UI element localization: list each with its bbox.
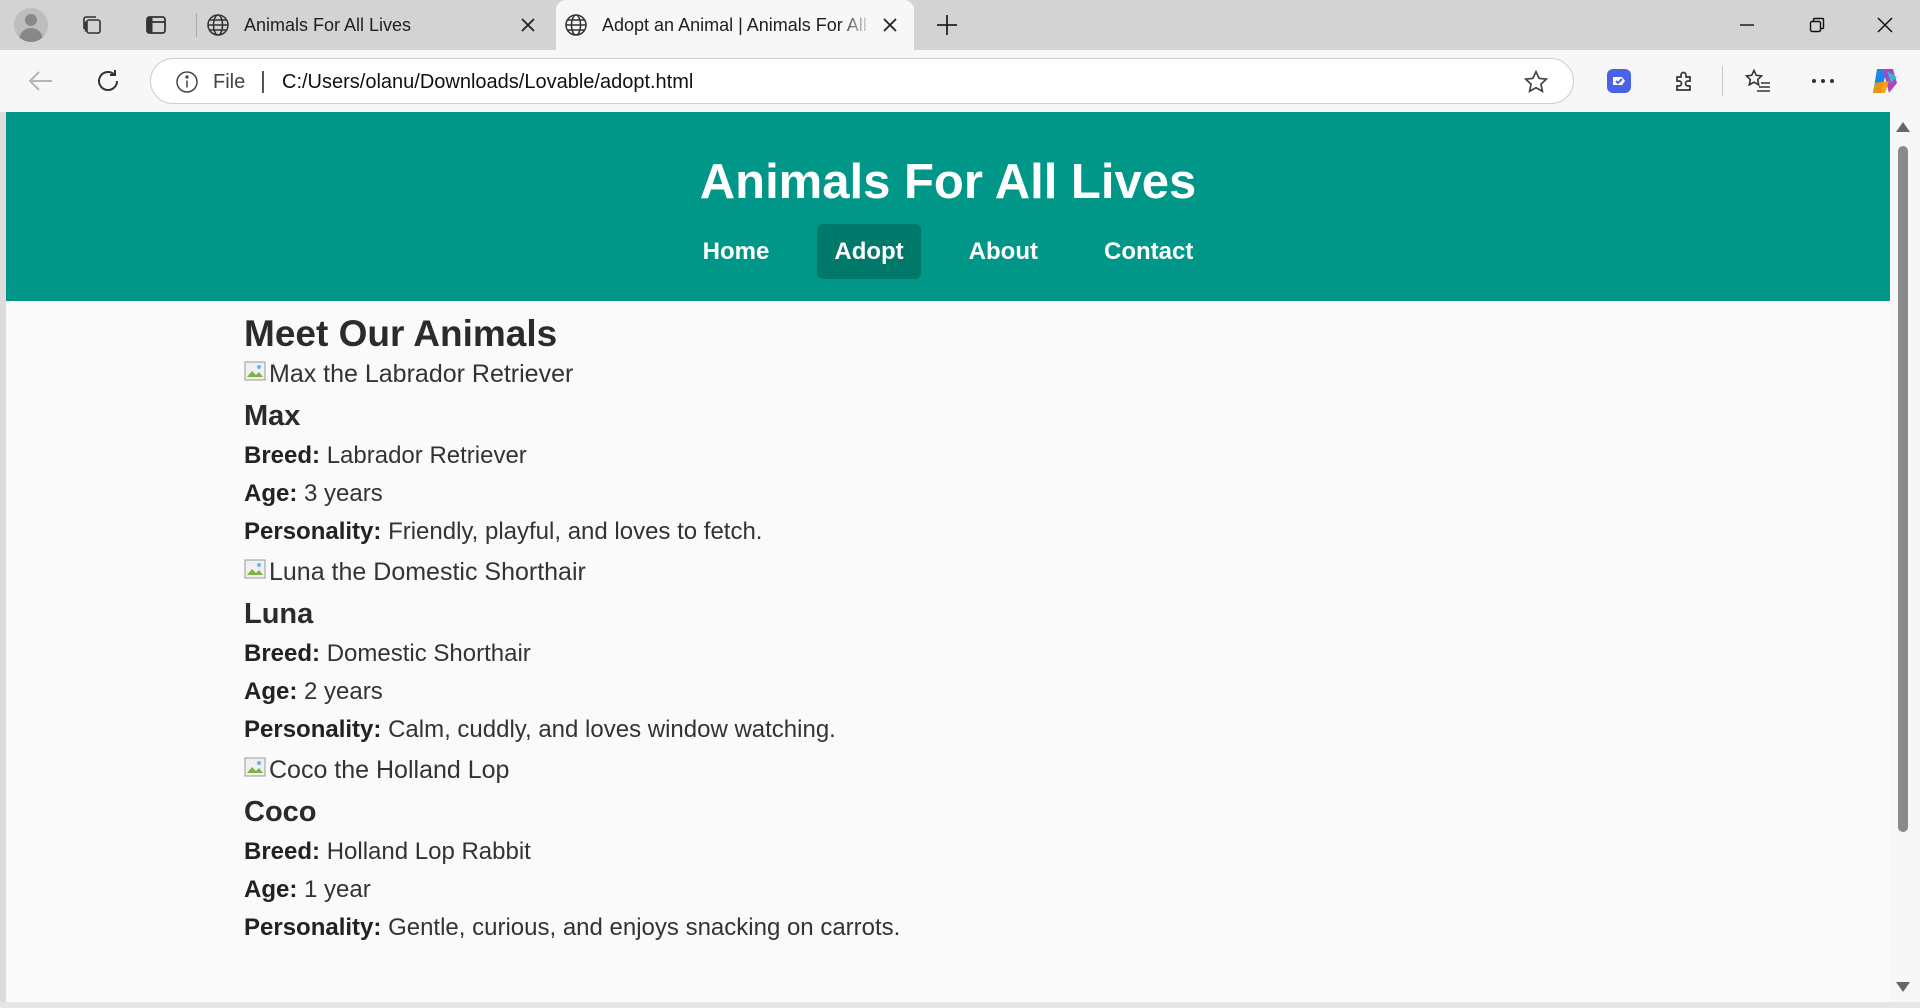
tab-adopt[interactable]: Adopt an Animal | Animals For All Lives — [556, 0, 914, 50]
favorite-star-icon[interactable] — [1523, 69, 1549, 95]
info-icon[interactable] — [175, 70, 199, 94]
animal-personality: Personality: Friendly, playful, and love… — [244, 516, 762, 548]
broken-image-icon — [244, 361, 266, 381]
globe-icon — [565, 14, 587, 36]
tab-strip-divider — [196, 13, 197, 37]
tab-title: Animals For All Lives — [244, 14, 412, 35]
animal-breed: Breed: Domestic Shorthair — [244, 638, 531, 670]
personality-label: Personality: — [244, 518, 382, 545]
scheme-label: File — [213, 71, 246, 93]
back-arrow-icon[interactable] — [24, 64, 58, 98]
age-value: 1 year — [304, 876, 371, 903]
vertical-tabs-icon[interactable] — [142, 11, 170, 39]
animal-age: Age: 3 years — [244, 478, 383, 510]
window-bottom-edge — [0, 1002, 1920, 1008]
close-tab-icon[interactable] — [878, 13, 902, 37]
extension-badge-icon[interactable] — [1602, 64, 1636, 98]
personality-value: Friendly, playful, and loves to fetch. — [388, 518, 763, 545]
site-title: Animals For All Lives — [699, 155, 1197, 209]
close-window-icon[interactable] — [1870, 10, 1900, 40]
personality-value: Calm, cuddly, and loves window watching. — [388, 716, 836, 743]
animal-image: Coco the Holland Lop — [244, 754, 509, 786]
favorites-list-icon[interactable] — [1741, 64, 1775, 98]
animal-name: Max — [244, 400, 301, 432]
age-value: 3 years — [304, 480, 383, 507]
scroll-down-arrow-icon[interactable] — [1896, 982, 1910, 992]
close-tab-icon[interactable] — [516, 13, 540, 37]
age-label: Age: — [244, 876, 298, 903]
browser-toolbar: File C:/Users/olanu/Downloads/Lovable/ad… — [0, 50, 1920, 112]
nav-contact-link[interactable]: Contact — [1086, 224, 1211, 279]
new-tab-plus-icon[interactable] — [932, 10, 962, 40]
animal-age: Age: 2 years — [244, 676, 383, 708]
image-alt-text: Luna the Domestic Shorthair — [269, 558, 586, 586]
age-label: Age: — [244, 480, 298, 507]
profile-avatar-icon[interactable] — [14, 8, 48, 42]
refresh-icon[interactable] — [91, 64, 125, 98]
breed-value: Labrador Retriever — [326, 442, 527, 469]
breed-label: Breed: — [244, 838, 321, 865]
copilot-icon[interactable] — [1868, 64, 1902, 98]
page-heading: Meet Our Animals — [244, 313, 558, 354]
globe-icon — [207, 14, 229, 36]
toolbar-divider — [1722, 66, 1723, 96]
extensions-puzzle-icon[interactable] — [1668, 64, 1702, 98]
age-label: Age: — [244, 678, 298, 705]
url-text[interactable]: C:/Users/olanu/Downloads/Lovable/adopt.h… — [282, 71, 693, 94]
breed-label: Breed: — [244, 640, 321, 667]
nav-adopt-link[interactable]: Adopt — [817, 224, 921, 279]
tab-strip: Animals For All Lives Adopt an Animal | … — [0, 0, 1920, 50]
animal-breed: Breed: Labrador Retriever — [244, 440, 527, 472]
personality-label: Personality: — [244, 914, 382, 941]
animal-image: Max the Labrador Retriever — [244, 358, 573, 390]
page-viewport: Animals For All Lives Home Adopt About C… — [6, 112, 1890, 1002]
breed-value: Holland Lop Rabbit — [326, 838, 531, 865]
site-nav: Home Adopt About Contact — [6, 224, 1890, 279]
scrollbar-thumb[interactable] — [1898, 146, 1908, 832]
tab-home[interactable]: Animals For All Lives — [204, 0, 552, 50]
scroll-up-arrow-icon[interactable] — [1896, 122, 1910, 132]
vertical-scrollbar[interactable] — [1890, 112, 1920, 1002]
more-options-icon[interactable] — [1806, 64, 1840, 98]
broken-image-icon — [244, 559, 266, 579]
animal-personality: Personality: Calm, cuddly, and loves win… — [244, 714, 836, 746]
address-bar[interactable]: File C:/Users/olanu/Downloads/Lovable/ad… — [150, 58, 1574, 104]
minimize-icon[interactable] — [1732, 10, 1762, 40]
broken-image-icon — [244, 757, 266, 777]
nav-about-link[interactable]: About — [951, 224, 1056, 279]
animal-name: Coco — [244, 796, 317, 828]
tab-title: Adopt an Animal | Animals For All Lives — [602, 14, 872, 35]
address-divider — [262, 71, 264, 93]
animal-age: Age: 1 year — [244, 874, 371, 906]
age-value: 2 years — [304, 678, 383, 705]
breed-label: Breed: — [244, 442, 321, 469]
animal-image: Luna the Domestic Shorthair — [244, 556, 586, 588]
personality-value: Gentle, curious, and enjoys snacking on … — [388, 914, 901, 941]
workspaces-icon[interactable] — [78, 11, 106, 39]
animal-name: Luna — [244, 598, 314, 630]
image-alt-text: Coco the Holland Lop — [269, 756, 510, 784]
personality-label: Personality: — [244, 716, 382, 743]
restore-icon[interactable] — [1802, 10, 1832, 40]
image-alt-text: Max the Labrador Retriever — [269, 360, 574, 388]
breed-value: Domestic Shorthair — [326, 640, 531, 667]
site-header: Animals For All Lives Home Adopt About C… — [6, 112, 1890, 301]
nav-home-link[interactable]: Home — [685, 224, 788, 279]
animal-personality: Personality: Gentle, curious, and enjoys… — [244, 912, 900, 944]
animal-breed: Breed: Holland Lop Rabbit — [244, 836, 531, 868]
